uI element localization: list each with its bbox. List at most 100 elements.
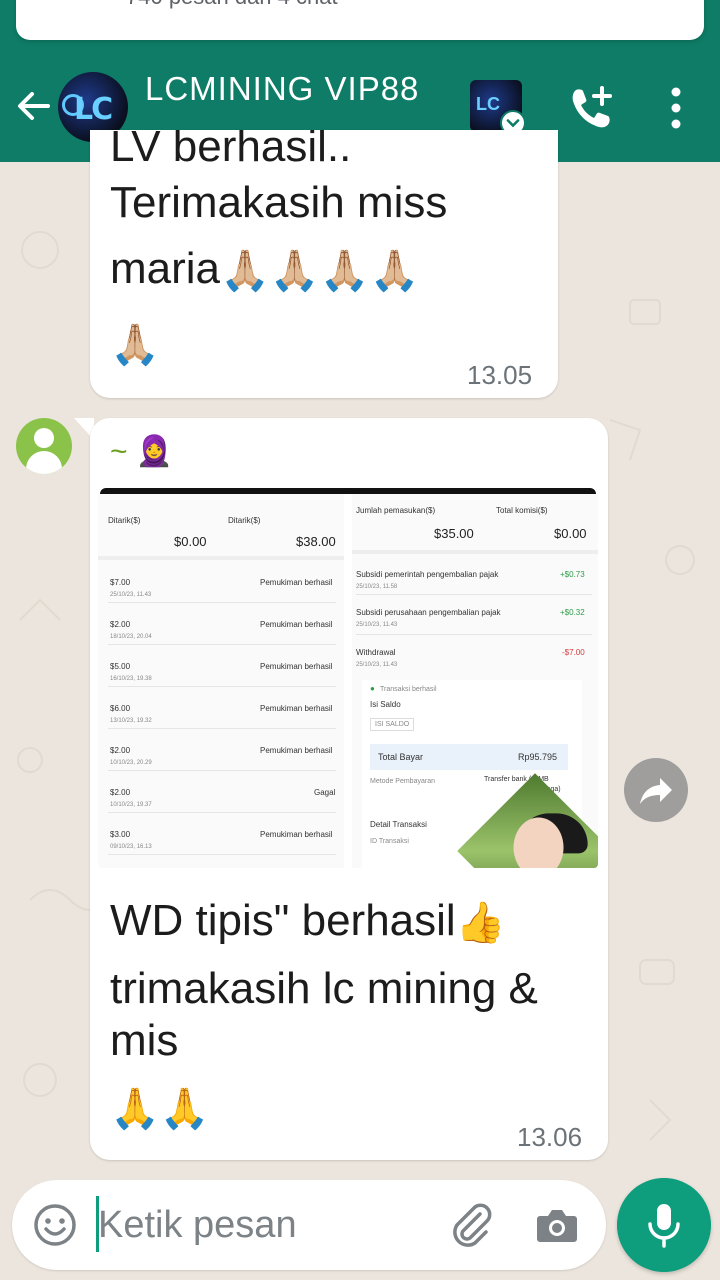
- item-label: Subsidi perusahaan pengembalian pajak: [356, 608, 501, 617]
- message-line: maria🙏🏼🙏🏼🙏🏼🙏🏼: [110, 236, 419, 302]
- detail-label: Detail Transaksi: [370, 820, 427, 829]
- avatar-body-shape: [26, 451, 62, 474]
- divider: [108, 602, 336, 603]
- row-amount: $2.00: [110, 746, 131, 755]
- total-box: Total Bayar Rp95.795: [370, 744, 568, 770]
- mic-icon[interactable]: [617, 1178, 711, 1272]
- header-value: $35.00: [434, 526, 474, 541]
- message-bubble[interactable]: ~ 🧕 Ditarik($) Ditarik($) $0.00 $38.00 $…: [90, 418, 608, 1160]
- divider: [108, 770, 336, 771]
- header-label: Ditarik($): [228, 516, 261, 525]
- id-label: ID Transaksi: [370, 838, 409, 845]
- payment-receipt: ● Transaksi berhasil Isi Saldo ISI SALDO…: [362, 680, 598, 868]
- forward-icon[interactable]: [624, 758, 688, 822]
- emoji-icon[interactable]: [32, 1202, 78, 1248]
- row-amount: $3.00: [110, 830, 131, 839]
- income-panel: Jumlah pemasukan($) Total komisi($) $35.…: [352, 494, 598, 868]
- attached-image[interactable]: Ditarik($) Ditarik($) $0.00 $38.00 $7.00…: [98, 488, 598, 868]
- divider: [108, 728, 336, 729]
- row-date: 25/10/23, 11.43: [110, 592, 152, 598]
- header-value: $38.00: [296, 534, 336, 549]
- header-label: Jumlah pemasukan($): [356, 506, 436, 515]
- item-date: 25/10/23, 11.43: [356, 662, 398, 668]
- divider: [108, 644, 336, 645]
- row-amount: $5.00: [110, 662, 131, 671]
- message-line-text: maria: [110, 244, 221, 293]
- header-value: $0.00: [174, 534, 207, 549]
- message-line-text: WD tipis" berhasil: [110, 896, 456, 945]
- avatar-head-shape: [34, 428, 54, 448]
- message-composer: [12, 1180, 606, 1270]
- attach-icon[interactable]: [446, 1200, 496, 1250]
- method-label: Metode Pembayaran: [370, 778, 435, 785]
- avatar-logo-text: LC: [74, 92, 113, 127]
- item-label: Withdrawal: [356, 648, 396, 657]
- message-emoji-line: 🙏🏼: [110, 310, 160, 376]
- item-value: +$0.32: [560, 608, 585, 617]
- pray-emoji: 🙏🏼: [110, 323, 160, 368]
- item-value: +$0.73: [560, 570, 585, 579]
- photo-face: [513, 817, 564, 868]
- row-date: 09/10/23, 16.13: [110, 844, 152, 850]
- sender-avatar[interactable]: [16, 418, 72, 474]
- row-status: Pemukiman berhasil: [260, 746, 333, 755]
- divider: [108, 812, 336, 813]
- receipt-tag: ISI SALDO: [370, 718, 415, 731]
- row-date: 13/10/23, 19.32: [110, 718, 152, 724]
- more-vert-icon[interactable]: [664, 86, 688, 130]
- item-date: 25/10/23, 11.58: [356, 584, 398, 590]
- message-emoji-line: 🙏🙏: [110, 1074, 210, 1140]
- row-date: 18/10/23, 20.04: [110, 634, 152, 640]
- row-status: Pemukiman berhasil: [260, 830, 333, 839]
- row-status: Pemukiman berhasil: [260, 662, 333, 671]
- sender-name[interactable]: ~ 🧕: [110, 434, 173, 469]
- camera-icon[interactable]: [534, 1202, 580, 1248]
- item-value: -$7.00: [562, 648, 585, 657]
- row-amount: $7.00: [110, 578, 131, 587]
- withdraw-history-panel: Ditarik($) Ditarik($) $0.00 $38.00 $7.00…: [98, 494, 344, 868]
- receipt-success-text: Transaksi berhasil: [380, 686, 437, 693]
- profile-photo: [457, 773, 598, 868]
- divider: [352, 550, 598, 554]
- divider: [98, 556, 344, 560]
- message-line: mis: [110, 1016, 179, 1065]
- total-value: Rp95.795: [518, 752, 558, 762]
- notification-card[interactable]: 740 pesan dari 4 chat: [16, 0, 704, 40]
- row-status: Pemukiman berhasil: [260, 704, 333, 713]
- message-bubble[interactable]: LV berhasil.. Terimakasih miss maria🙏🏼🙏🏼…: [90, 130, 558, 398]
- header-value: $0.00: [554, 526, 587, 541]
- header-label: Total komisi($): [496, 506, 548, 515]
- add-call-icon[interactable]: [568, 84, 616, 132]
- message-time: 13.05: [467, 360, 533, 390]
- divider: [108, 686, 336, 687]
- message-input[interactable]: [98, 1200, 428, 1250]
- thumbs-up-emoji: 👍: [455, 901, 506, 946]
- chat-title[interactable]: LCMINING VIP88: [145, 70, 419, 108]
- message-line: Terimakasih miss: [110, 178, 448, 227]
- row-date: 16/10/23, 19.38: [110, 676, 152, 682]
- success-check-icon: ●: [370, 684, 375, 693]
- message-time: 13.06: [517, 1122, 583, 1152]
- back-arrow-icon[interactable]: [14, 86, 54, 126]
- row-status: Pemukiman berhasil: [260, 620, 333, 629]
- pray-emoji-row: 🙏🙏: [110, 1087, 210, 1132]
- item-date: 25/10/23, 11.43: [356, 622, 398, 628]
- pray-emoji-row: 🙏🏼🙏🏼🙏🏼🙏🏼: [220, 249, 420, 294]
- row-amount: $2.00: [110, 620, 131, 629]
- row-status: Pemukiman berhasil: [260, 578, 333, 587]
- receipt-title: Isi Saldo: [370, 700, 401, 709]
- row-amount: $6.00: [110, 704, 131, 713]
- message-line: WD tipis" berhasil👍: [110, 888, 506, 954]
- row-date: 10/10/23, 20.29: [110, 760, 152, 766]
- divider: [108, 854, 336, 855]
- total-label: Total Bayar: [378, 752, 424, 762]
- row-amount: $2.00: [110, 788, 131, 797]
- item-label: Subsidi pemerintah pengembalian pajak: [356, 570, 499, 579]
- row-status: Gagal: [314, 788, 336, 797]
- notification-text: 740 pesan dari 4 chat: [126, 0, 338, 10]
- video-thumb-logo-text: LC: [476, 94, 500, 114]
- divider: [356, 594, 592, 595]
- header-label: Ditarik($): [108, 516, 141, 525]
- row-date: 10/10/23, 19.37: [110, 802, 152, 808]
- divider: [356, 634, 592, 635]
